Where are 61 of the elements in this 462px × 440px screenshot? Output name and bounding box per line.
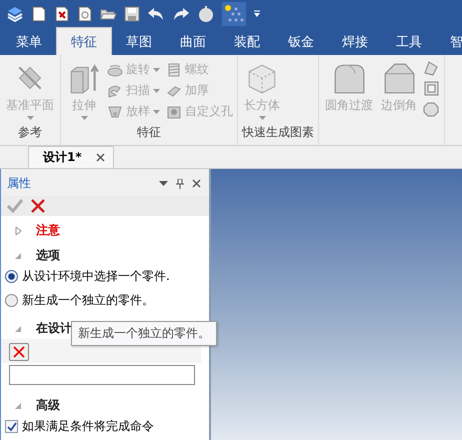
tooltip: 新生成一个独立的零件。 [71, 321, 217, 346]
ribbon-tab[interactable]: 曲面 [166, 28, 220, 55]
group-label: 参考 [17, 124, 43, 141]
dropdown-caret-icon [153, 88, 160, 92]
group-label: 快速生成图素 [242, 124, 314, 141]
sweep-icon [107, 82, 123, 98]
new-file-icon[interactable] [31, 6, 47, 22]
tree-icon[interactable] [222, 2, 246, 26]
dropdown-caret-icon [80, 116, 88, 120]
cancel-x-icon [13, 346, 25, 358]
ribbon-tab[interactable]: 装配 [220, 28, 274, 55]
shell-box-icon[interactable] [423, 80, 440, 97]
wedge-icon[interactable] [423, 59, 440, 76]
dropdown-caret-icon [153, 68, 160, 72]
radio-button[interactable] [5, 270, 18, 283]
expand-triangle-icon[interactable] [15, 226, 22, 234]
dropdown-caret-icon[interactable] [159, 181, 168, 186]
undo-icon[interactable] [147, 6, 165, 22]
pin-icon[interactable] [176, 178, 184, 188]
panel-title: 属性 [7, 175, 32, 192]
ribbon-tab[interactable]: 钣金 [274, 28, 328, 55]
section-title: 在设计 [36, 320, 72, 337]
octagon-icon[interactable] [423, 101, 440, 118]
sphere-icon[interactable] [197, 4, 215, 22]
ribbon-tab[interactable]: 菜单 [2, 28, 56, 55]
selection-field[interactable] [9, 365, 195, 385]
dropdown-caret-icon [258, 116, 266, 120]
radio-label: 从设计环境中选择一个零件. [22, 268, 170, 285]
radio-label: 新生成一个独立的零件。 [22, 292, 154, 309]
clear-button[interactable] [9, 343, 29, 361]
document-icon[interactable] [77, 6, 93, 22]
dropdown-caret-icon [153, 110, 160, 114]
ribbon-tab[interactable]: 焊接 [328, 28, 382, 55]
section-title: 选项 [36, 247, 60, 264]
chamfered-block-icon [382, 61, 416, 95]
hole-block-icon [166, 104, 182, 120]
document-tab[interactable]: 设计1* [28, 146, 114, 168]
ribbon-tab[interactable]: 工具 [382, 28, 436, 55]
customize-caret-icon[interactable] [253, 10, 261, 18]
radio-button[interactable] [5, 294, 18, 307]
group-label: 特征 [136, 124, 162, 141]
dropdown-caret-icon [26, 116, 34, 120]
thread-icon [166, 62, 182, 78]
3d-viewport[interactable] [211, 169, 462, 440]
cancel-x-icon[interactable] [31, 199, 45, 213]
save-icon[interactable] [124, 6, 140, 22]
checkbox-label: 如果满足条件将完成命令 [22, 418, 154, 435]
checkbox[interactable] [5, 420, 18, 433]
redo-icon[interactable] [172, 6, 190, 22]
ribbon-tab[interactable]: 草图 [112, 28, 166, 55]
app-logo-icon [6, 4, 24, 22]
section-title: 高级 [36, 397, 60, 414]
ribbon-tab[interactable]: 特征 [56, 27, 112, 55]
close-icon[interactable] [192, 179, 201, 188]
document-tab-title[interactable]: 设计1* [43, 149, 82, 166]
cross-document-icon[interactable] [54, 6, 70, 22]
section-title: 注意 [36, 222, 60, 239]
confirm-check-icon[interactable] [7, 199, 23, 213]
loft-icon [107, 104, 123, 120]
ribbon-tab[interactable]: 智 [436, 28, 462, 55]
close-icon[interactable] [96, 153, 105, 162]
